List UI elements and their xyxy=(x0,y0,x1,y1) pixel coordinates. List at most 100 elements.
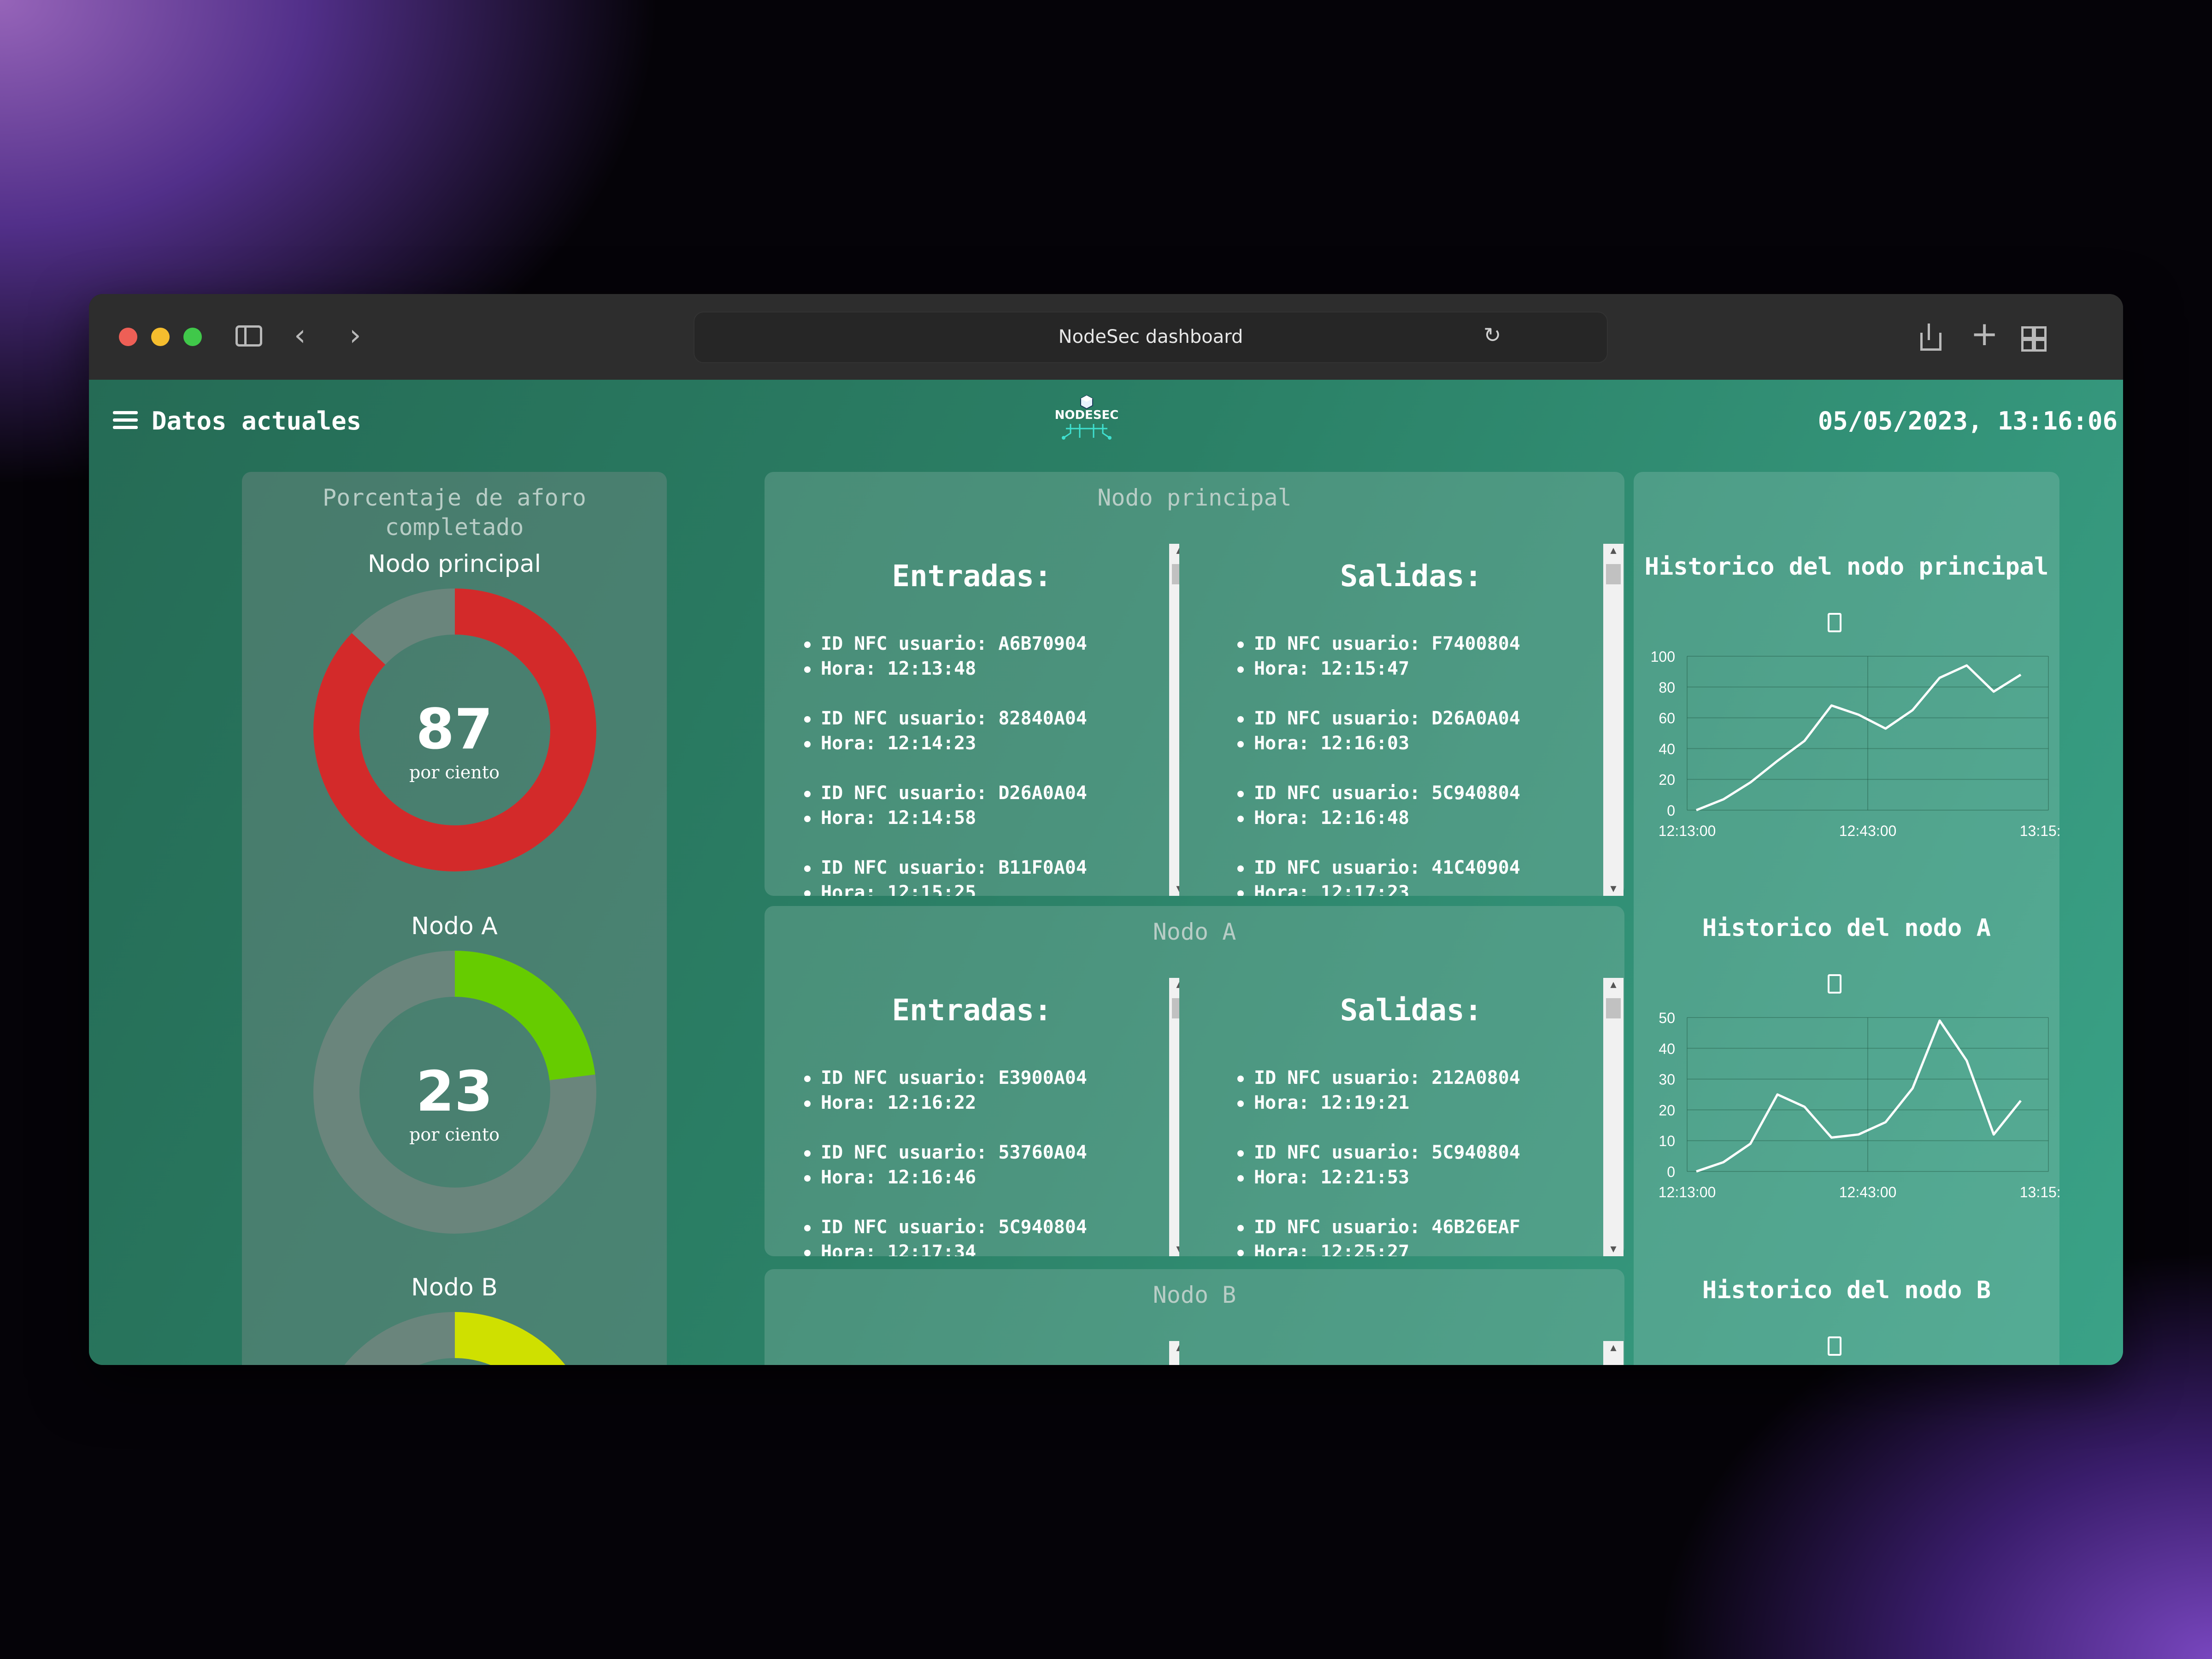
log-entry-time: Hora: 12:21:53 xyxy=(1237,1165,1409,1190)
log-panel-title: Nodo principal xyxy=(1097,484,1292,511)
log-entry-time: Hora: 12:14:23 xyxy=(804,731,976,756)
log-entry-time: Hora: 12:15:47 xyxy=(1237,656,1409,681)
log-entry-id: ID NFC usuario: 46B26EAF xyxy=(1237,1215,1520,1240)
capacity-panel-title: Porcentaje de aforo completado xyxy=(323,484,586,541)
log-entry-id: ID NFC usuario: A6B70904 xyxy=(804,631,1087,656)
menu-hamburger-icon[interactable] xyxy=(113,411,138,429)
y-tick-label: 0 xyxy=(1667,802,1675,819)
y-tick-label: 100 xyxy=(1651,648,1675,665)
address-bar[interactable]: NodeSec dashboard ↻ xyxy=(694,312,1608,363)
menu-title[interactable]: Datos actuales xyxy=(152,406,361,435)
log-entry-id: ID NFC usuario: 5C940804 xyxy=(1237,1140,1520,1165)
y-tick-label: 80 xyxy=(1659,679,1675,696)
line-chart: 02040608010012:13:0012:43:0013:15:00 xyxy=(1651,648,2059,839)
donut-node-name: Nodo B xyxy=(411,1274,498,1301)
history-chart-title: Historico del nodo B xyxy=(1702,1277,1991,1304)
entries-heading: Entradas: xyxy=(892,994,1052,1028)
log-entry-time: Hora: 12:15:25 xyxy=(804,880,976,896)
dashboard-header: Datos actuales NODESEC 05/05/2023, 13:16… xyxy=(89,380,2123,463)
dashboard-page: Datos actuales NODESEC 05/05/2023, 13:16… xyxy=(89,380,2123,1365)
donut-node-name: Nodo A xyxy=(411,912,498,940)
log-entry-time: Hora: 12:16:46 xyxy=(804,1165,976,1190)
history-chart-main: Historico del nodo principal 0 20 40 60 80 10… xyxy=(1634,472,2059,841)
y-tick-label: 20 xyxy=(1659,1102,1675,1118)
log-entry-time: Hora: 12:16:22 xyxy=(804,1090,976,1115)
legend-marker-icon xyxy=(1828,974,1841,994)
nodesec-logo: NODESEC xyxy=(1052,392,1121,442)
back-chevron-icon[interactable]: ‹ xyxy=(294,321,306,350)
donut-card-a: Nodo A 23 por ciento xyxy=(242,912,667,1235)
log-entry-id: ID NFC usuario: E3900A04 xyxy=(804,1065,1087,1090)
forward-chevron-icon[interactable]: › xyxy=(349,321,361,350)
log-entry-id: ID NFC usuario: 41C40904 xyxy=(1237,855,1520,880)
log-entry-id: ID NFC usuario: 212A0804 xyxy=(1237,1065,1520,1090)
exits-scrollbar[interactable]: ▲ ▼ xyxy=(1603,978,1624,1256)
history-chart-title: Historico del nodo A xyxy=(1702,914,1991,942)
exits-scrollbar[interactable]: ▲ xyxy=(1603,1341,1624,1365)
log-panel-title: Nodo B xyxy=(1153,1282,1236,1308)
entries-heading: Entradas: xyxy=(892,559,1052,594)
exits-list[interactable]: Salidas: ▲ ▼ ID NFC usuario: F7400804 Hor… xyxy=(1198,544,1624,896)
log-entry-time: Hora: 12:17:34 xyxy=(804,1240,976,1256)
reload-icon[interactable]: ↻ xyxy=(1483,324,1501,346)
exits-scrollbar[interactable]: ▲ ▼ xyxy=(1603,544,1624,896)
share-icon[interactable] xyxy=(1918,324,1941,351)
y-tick-label: 60 xyxy=(1659,710,1675,727)
tab-overview-icon[interactable] xyxy=(2021,326,2047,352)
y-tick-label: 40 xyxy=(1659,1041,1675,1057)
logo-text: NODESEC xyxy=(1054,408,1119,422)
donut-card-main: Nodo principal 87 por ciento xyxy=(242,550,667,873)
entries-list[interactable]: Entradas: ▲ ▼ ID NFC usuario: A6B70904Ho… xyxy=(765,544,1179,896)
log-entry-time: Hora: 12:17:23 xyxy=(1237,880,1409,896)
entries-list[interactable]: Entradas: ▲ ▼ ID NFC usuario: E3900A04Ho… xyxy=(765,978,1179,1256)
maximize-window-button[interactable] xyxy=(183,328,202,346)
log-panel-a: Nodo A Entradas: ▲ ▼ ID NFC usuario: E39… xyxy=(765,906,1624,1256)
history-chart-b: Historico del nodo B 100 xyxy=(1634,1195,2059,1365)
exits-list[interactable]: Salidas: ▲ ▼ ID NFC usuario: 212A0804 Hor… xyxy=(1198,978,1624,1256)
browser-window: ‹ › NodeSec dashboard ↻ + Datos actuales xyxy=(89,294,2123,1365)
y-tick-label: 20 xyxy=(1659,771,1675,788)
entries-scrollbar[interactable]: ▲ xyxy=(1169,1341,1179,1365)
log-entry-id: ID NFC usuario: D26A0A04 xyxy=(804,781,1087,806)
entries-list[interactable]: ▲ xyxy=(765,1341,1179,1365)
entries-scrollbar[interactable]: ▲ ▼ xyxy=(1169,978,1179,1256)
log-entry-id: ID NFC usuario: 82840A04 xyxy=(804,706,1087,731)
new-tab-plus-icon[interactable]: + xyxy=(1971,317,1998,350)
y-tick-label: 10 xyxy=(1659,1133,1675,1149)
log-entry-time: Hora: 12:25:27 xyxy=(1237,1240,1409,1256)
y-tick-label: 30 xyxy=(1659,1071,1675,1088)
log-entry-time: Hora: 12:16:03 xyxy=(1237,731,1409,756)
browser-titlebar: ‹ › NodeSec dashboard ↻ + xyxy=(89,294,2123,381)
donut-unit-label: por ciento xyxy=(409,762,500,782)
legend-marker-icon xyxy=(1828,1336,1841,1356)
log-panel-title: Nodo A xyxy=(1153,918,1236,945)
log-entry-id: ID NFC usuario: F7400804 xyxy=(1237,631,1520,656)
donut-chart xyxy=(313,1312,596,1365)
exits-list[interactable]: ▲ xyxy=(1198,1341,1624,1365)
donut-card-b: Nodo B xyxy=(242,1274,667,1365)
y-tick-label: 50 xyxy=(1659,1010,1675,1026)
donut-percent-value: 23 xyxy=(416,1060,493,1124)
log-panel-b: Nodo B ▲ ▲ xyxy=(765,1269,1624,1365)
sidebar-toggle-icon[interactable] xyxy=(235,325,262,347)
legend-marker-icon xyxy=(1828,613,1841,632)
donut-unit-label: por ciento xyxy=(409,1124,500,1145)
log-entry-id: ID NFC usuario: D26A0A04 xyxy=(1237,706,1520,731)
line-chart: 0102030405012:13:0012:43:0013:15:00 xyxy=(1659,1010,2059,1200)
donut-node-name: Nodo principal xyxy=(367,550,541,578)
log-panel-main: Nodo principal Entradas: ▲ ▼ ID NFC usua… xyxy=(765,472,1624,896)
current-datetime: 05/05/2023, 13:16:06 xyxy=(1818,406,2118,435)
capacity-panel: Porcentaje de aforo completado Nodo prin… xyxy=(242,472,667,1365)
close-window-button[interactable] xyxy=(119,328,137,346)
history-chart-title: Historico del nodo principal xyxy=(1644,553,2049,581)
log-entry-id: ID NFC usuario: 5C940804 xyxy=(804,1215,1087,1240)
log-entry-time: Hora: 12:13:48 xyxy=(804,656,976,681)
entries-scrollbar[interactable]: ▲ ▼ xyxy=(1169,544,1179,896)
log-entry-time: Hora: 12:19:21 xyxy=(1237,1090,1409,1115)
donut-percent-value: 87 xyxy=(416,698,493,762)
page-url-title: NodeSec dashboard xyxy=(1058,326,1243,347)
history-panel: Historico del nodo principal 0 20 40 60 80 10… xyxy=(1634,472,2059,1365)
minimize-window-button[interactable] xyxy=(151,328,170,346)
log-entry-time: Hora: 12:14:58 xyxy=(804,806,976,830)
log-entry-time: Hora: 12:16:48 xyxy=(1237,806,1409,830)
